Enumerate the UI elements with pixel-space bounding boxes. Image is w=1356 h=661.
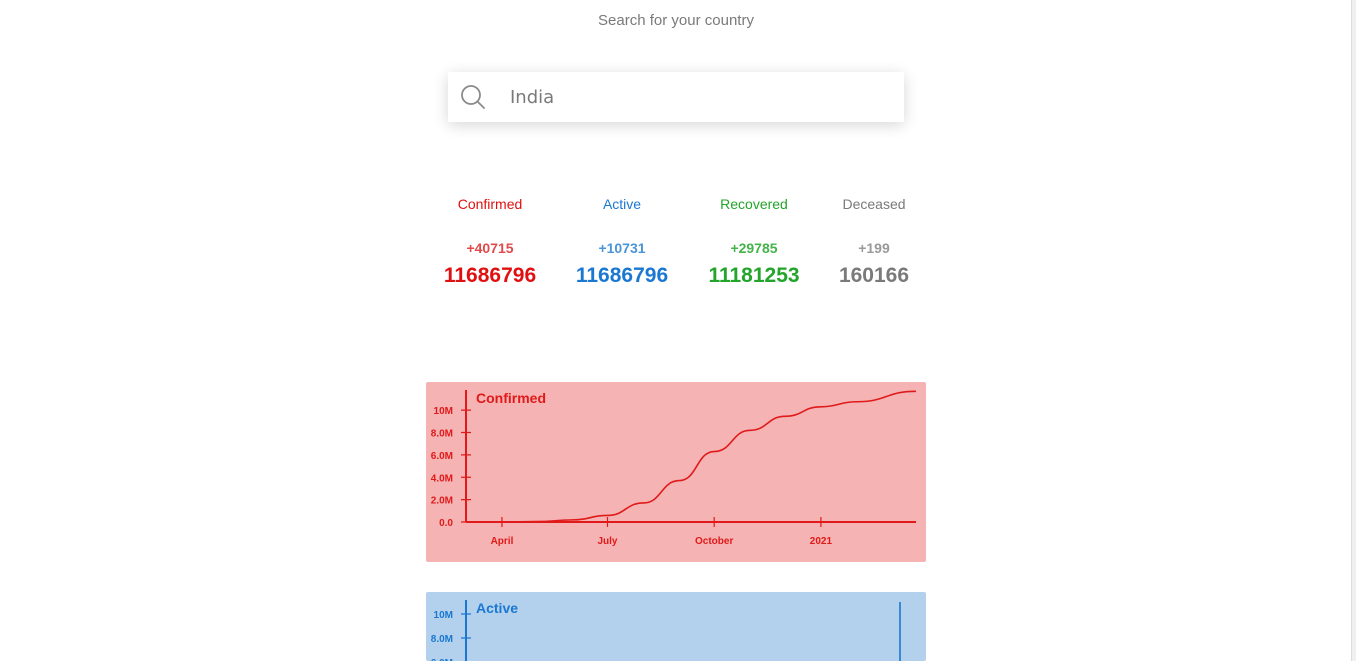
- stat-recovered: Recovered +29785 11181253: [694, 195, 814, 289]
- y-tick-label: 10M: [434, 406, 453, 417]
- y-tick-label: 0.0: [439, 518, 453, 529]
- stat-confirmed-label: Confirmed: [457, 196, 523, 212]
- confirmed-chart[interactable]: 0.0 2.0M 4.0M 6.0M 8.0M 10M April July October 20…: [426, 382, 926, 562]
- stat-recovered-label: Recovered: [720, 196, 788, 212]
- y-tick-label: 6.0M: [431, 451, 453, 462]
- stat-deceased: Deceased +199 160166: [814, 195, 934, 289]
- active-chart-card[interactable]: 6.0M8.0M10M Active: [426, 592, 926, 661]
- confirmed-chart-title: Confirmed: [476, 390, 546, 406]
- search-input[interactable]: [508, 85, 872, 109]
- x-tick-label: 2021: [810, 536, 833, 547]
- stats-summary: Confirmed +40715 11686796 Active +10731 …: [0, 195, 1352, 305]
- confirmed-series-line: [465, 390, 917, 523]
- stat-recovered-total: 11181253: [708, 264, 800, 287]
- search-box[interactable]: [448, 72, 904, 122]
- stat-active-total: 11686796: [575, 264, 669, 287]
- y-tick-label: 8.0M: [431, 634, 453, 645]
- stat-confirmed-total: 11686796: [443, 264, 537, 287]
- stat-active: Active +10731 11686796: [562, 195, 682, 289]
- stat-active-delta: +10731: [598, 240, 646, 256]
- x-tick-label: April: [491, 536, 514, 547]
- y-tick-label: 2.0M: [431, 496, 453, 507]
- stat-deceased-label: Deceased: [842, 196, 906, 212]
- x-tick-label: July: [597, 536, 617, 547]
- y-tick-label: 4.0M: [431, 473, 453, 484]
- stat-active-label: Active: [602, 196, 642, 212]
- search-icon[interactable]: [460, 84, 486, 110]
- stat-confirmed-delta: +40715: [466, 240, 514, 256]
- confirmed-chart-card[interactable]: 0.0 2.0M 4.0M 6.0M 8.0M 10M April July October 20…: [426, 382, 926, 562]
- stat-deceased-delta: +199: [858, 240, 890, 256]
- y-tick-label: 8.0M: [431, 429, 453, 440]
- stat-confirmed: Confirmed +40715 11686796: [430, 195, 550, 289]
- stat-recovered-delta: +29785: [730, 240, 778, 256]
- page-scrollbar[interactable]: [1351, 0, 1356, 661]
- stat-deceased-total: 160166: [838, 264, 910, 287]
- active-chart-title: Active: [476, 600, 519, 616]
- y-tick-label: 10M: [434, 610, 453, 621]
- search-heading: Search for your country: [598, 12, 754, 29]
- page: Search for your country Confirmed +40715…: [0, 0, 1356, 661]
- x-tick-label: October: [695, 536, 733, 547]
